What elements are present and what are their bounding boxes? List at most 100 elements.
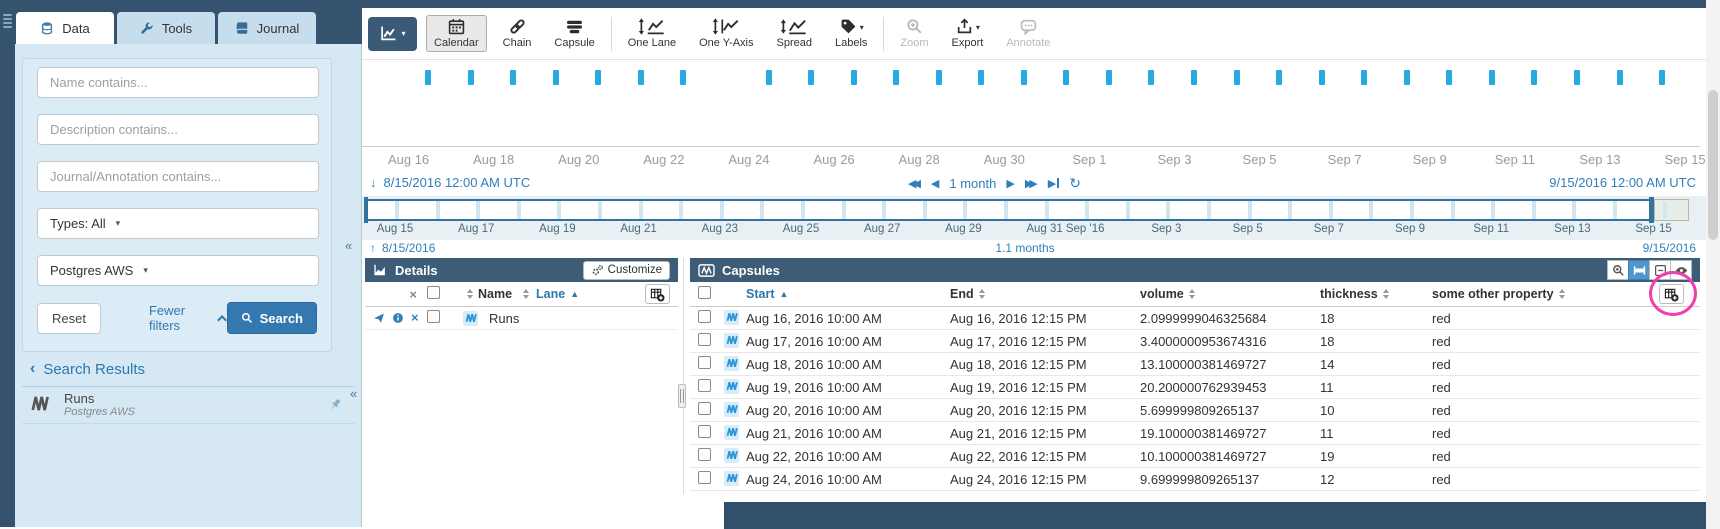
panel-drag-handle[interactable]: [678, 384, 686, 408]
row-checkbox[interactable]: [698, 333, 711, 346]
arrow-down-icon[interactable]: ↓: [370, 175, 377, 190]
row-checkbox[interactable]: [698, 471, 711, 484]
sort-icon[interactable]: [1383, 289, 1389, 299]
capsule-row[interactable]: Aug 21, 2016 10:00 AM Aug 21, 2016 12:15…: [690, 422, 1700, 445]
row-checkbox[interactable]: [698, 402, 711, 415]
export-button[interactable]: ▾ Export: [945, 15, 991, 52]
select-all-checkbox[interactable]: [698, 286, 711, 299]
customize-button[interactable]: Customize: [583, 261, 670, 280]
scrollbar-thumb[interactable]: [1708, 90, 1718, 240]
capsule-row[interactable]: Aug 17, 2016 10:00 AM Aug 17, 2016 12:15…: [690, 330, 1700, 353]
capsule-row[interactable]: Aug 19, 2016 10:00 AM Aug 19, 2016 12:15…: [690, 376, 1700, 399]
axis-tick-label: Sep 13: [1579, 152, 1620, 167]
tab-data[interactable]: Data: [16, 12, 114, 44]
capsule-thickness-cell: 12: [1320, 472, 1432, 487]
pin-icon[interactable]: [327, 397, 343, 413]
capsules-panel-header: Capsules: [690, 258, 1700, 282]
tab-tools[interactable]: Tools: [117, 12, 215, 44]
spread-button[interactable]: Spread: [770, 15, 819, 52]
labels-button[interactable]: ▾ Labels: [828, 15, 874, 52]
sort-icon[interactable]: [467, 289, 473, 299]
auto-update-button[interactable]: ↻: [1069, 175, 1081, 192]
one-lane-button[interactable]: One Lane: [621, 15, 683, 52]
capsule-button[interactable]: Capsule: [547, 15, 601, 52]
add-column-button[interactable]: [645, 284, 670, 304]
description-contains-input[interactable]: [37, 114, 319, 145]
capsule-row[interactable]: Aug 24, 2016 10:00 AM Aug 24, 2016 12:15…: [690, 468, 1700, 491]
day-tick: [436, 201, 440, 219]
collapse-sidebar-chevron[interactable]: «: [350, 386, 357, 401]
capsule-row[interactable]: Aug 16, 2016 10:00 AM Aug 16, 2016 12:15…: [690, 307, 1700, 330]
zoom-to-capsule-button[interactable]: [1607, 260, 1629, 280]
remove-icon[interactable]: ×: [411, 312, 423, 324]
axis-tick-label: Sep 11: [1495, 152, 1535, 167]
search-results-header[interactable]: ‹ Search Results: [30, 360, 145, 378]
range-handle-left[interactable]: [364, 197, 368, 223]
display-start-label[interactable]: 8/15/2016 12:00 AM UTC: [384, 175, 531, 190]
info-icon[interactable]: [392, 312, 404, 324]
tab-journal[interactable]: Journal: [218, 12, 316, 44]
axis-tick-label: Aug 16: [388, 152, 429, 167]
col-start[interactable]: Start▲: [746, 287, 950, 301]
investigate-end-label[interactable]: 9/15/2016: [1643, 241, 1696, 255]
details-row[interactable]: × Runs: [365, 307, 678, 330]
capsule-row[interactable]: Aug 18, 2016 10:00 AM Aug 18, 2016 12:15…: [690, 353, 1700, 376]
sort-icon[interactable]: [1189, 289, 1195, 299]
navigate-icon[interactable]: [373, 312, 385, 324]
col-thickness[interactable]: thickness: [1320, 287, 1432, 301]
name-contains-input[interactable]: [37, 67, 319, 98]
collapse-panel-button[interactable]: [1649, 260, 1671, 280]
capsule-row[interactable]: Aug 22, 2016 10:00 AM Aug 22, 2016 12:15…: [690, 445, 1700, 468]
sort-icon[interactable]: [523, 289, 529, 299]
col-end[interactable]: End: [950, 287, 1140, 301]
remove-all-icon[interactable]: ×: [365, 287, 427, 302]
step-to-end-button[interactable]: ▶: [1048, 177, 1059, 190]
sort-icon[interactable]: [1559, 289, 1565, 299]
step-back-much-button[interactable]: ◀◀: [908, 177, 921, 190]
row-checkbox[interactable]: [698, 425, 711, 438]
sort-icon[interactable]: [979, 289, 985, 299]
reset-button[interactable]: Reset: [37, 303, 101, 334]
display-end-label[interactable]: 9/15/2016 12:00 AM UTC: [1549, 175, 1696, 190]
details-col-name[interactable]: Name: [478, 287, 512, 301]
calendar-button[interactable]: Calendar: [426, 15, 487, 52]
step-back-button[interactable]: ◀: [931, 177, 939, 190]
types-dropdown[interactable]: Types: All ▾: [37, 208, 319, 239]
journal-contains-input[interactable]: [37, 161, 319, 192]
selected-range-bar[interactable]: [366, 199, 1652, 221]
capsule-timeline-chart[interactable]: [362, 60, 1706, 146]
row-checkbox[interactable]: [698, 356, 711, 369]
select-all-checkbox[interactable]: [427, 286, 440, 299]
day-tick: [517, 201, 521, 219]
visibility-button[interactable]: [1670, 260, 1692, 280]
row-checkbox[interactable]: [698, 448, 711, 461]
selector-tick-label: Aug 15: [377, 223, 413, 235]
lane-view-button[interactable]: [1628, 260, 1650, 280]
view-selector-button[interactable]: ▾: [368, 17, 417, 51]
datasource-dropdown[interactable]: Postgres AWS ▾: [37, 255, 319, 286]
one-y-axis-button[interactable]: One Y-Axis: [692, 15, 760, 52]
capsule-row[interactable]: Aug 20, 2016 10:00 AM Aug 20, 2016 12:15…: [690, 399, 1700, 422]
add-column-button[interactable]: [1659, 284, 1684, 304]
axis-tick-label: Aug 26: [813, 152, 854, 167]
chain-button[interactable]: Chain: [496, 15, 539, 52]
duration-label[interactable]: 1.1 months: [362, 241, 1688, 255]
row-checkbox[interactable]: [698, 310, 711, 323]
row-checkbox[interactable]: [698, 379, 711, 392]
col-volume[interactable]: volume: [1140, 287, 1320, 301]
fewer-filters-link[interactable]: Fewer filters: [149, 303, 227, 333]
details-row-name: Runs: [489, 311, 519, 326]
search-result-item[interactable]: Runs Postgres AWS: [22, 389, 355, 423]
collapse-sidebar-chevron[interactable]: «: [345, 238, 352, 253]
details-col-lane[interactable]: Lane: [536, 287, 565, 301]
vertical-scrollbar[interactable]: [1706, 0, 1720, 529]
step-size-label[interactable]: 1 month: [949, 176, 996, 191]
step-forward-button[interactable]: ▶: [1006, 177, 1014, 190]
search-button[interactable]: Search: [227, 302, 317, 334]
hamburger-icon[interactable]: [3, 14, 12, 30]
capsule-tick: [1404, 70, 1410, 85]
capsule-tick: [1489, 70, 1495, 85]
row-checkbox[interactable]: [427, 310, 440, 323]
unselected-range[interactable]: [1654, 199, 1689, 221]
step-forward-much-button[interactable]: ▶▶: [1025, 177, 1038, 190]
